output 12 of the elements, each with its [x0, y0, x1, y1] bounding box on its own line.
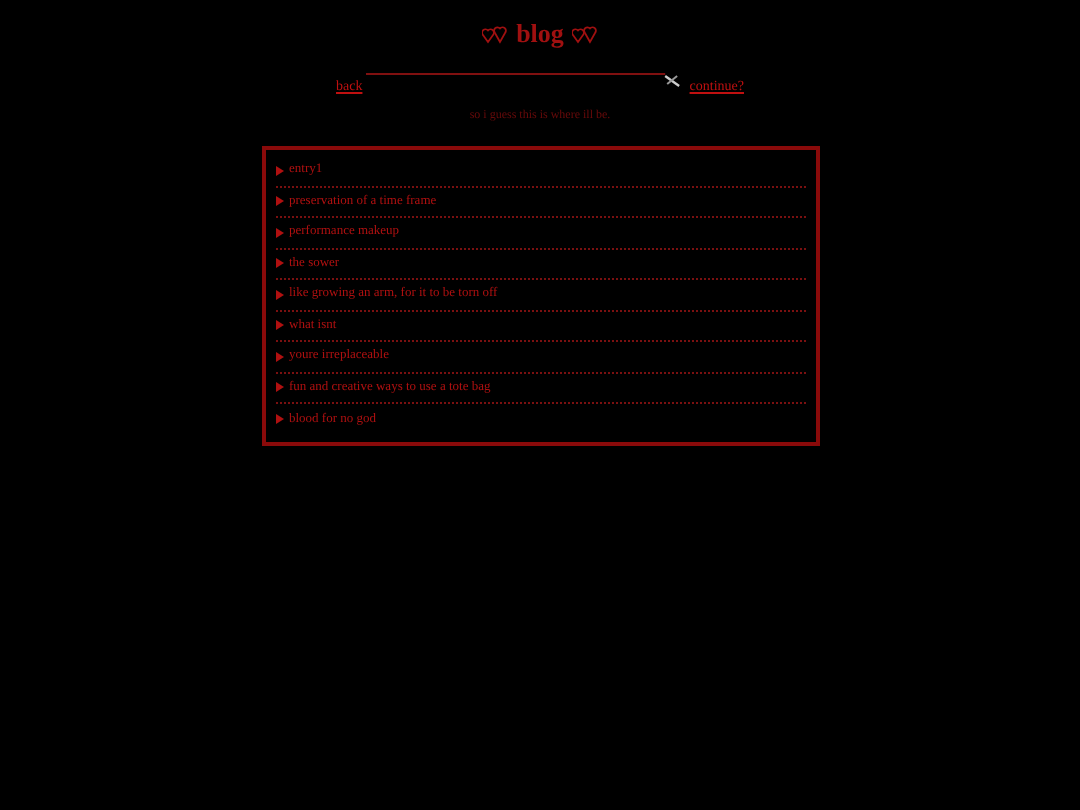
hearts-icon [482, 25, 509, 43]
bullet-icon [275, 165, 283, 176]
bullet-icon [275, 258, 283, 269]
bullet-icon [275, 196, 283, 207]
bullet-icon [275, 227, 283, 238]
bullet-icon [275, 351, 283, 362]
hearts-icon [571, 25, 598, 43]
bullet-icon [275, 382, 283, 393]
blog-title: blog [516, 18, 564, 50]
bullet-icon [275, 289, 283, 300]
bullet-icon [275, 320, 283, 331]
bullet-icon [275, 414, 283, 425]
